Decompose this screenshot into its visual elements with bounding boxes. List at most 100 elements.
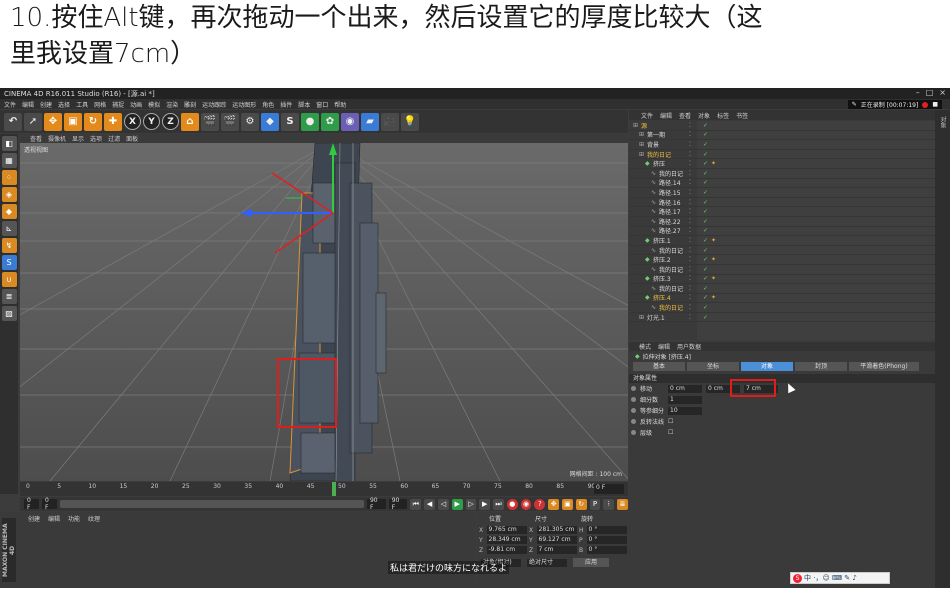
menu-item[interactable]: 工具 <box>76 100 88 109</box>
enabled-check-icon[interactable]: ✓ <box>703 227 708 234</box>
object-row[interactable]: ◆ 挤压.2 ⁚ ✓ ✦ <box>629 255 935 265</box>
menu-item[interactable]: 创建 <box>40 100 52 109</box>
object-row[interactable]: ◆ 挤压 ⁚ ✓ ✦ <box>629 159 935 169</box>
coord-system-icon[interactable]: ⌂ <box>181 112 199 131</box>
object-row[interactable]: ∿ 我的日记 ⁚ ✓ <box>629 303 935 313</box>
material-menu-item[interactable]: 编辑 <box>48 514 60 523</box>
timeline-ruler[interactable]: 0 5 10 15 20 25 30 35 40 45 50 55 60 65 70 75 80 85 90 0 F <box>20 482 628 496</box>
visibility-toggle-icon[interactable]: ⁚ <box>689 237 691 244</box>
enabled-check-icon[interactable]: ✓ <box>703 160 708 167</box>
menu-item[interactable]: 网格 <box>94 100 106 109</box>
coord-size-select[interactable]: 绝对尺寸 <box>527 558 567 567</box>
attribute-menu-item[interactable]: 编辑 <box>658 342 670 351</box>
object-menu-item[interactable]: 书签 <box>736 111 748 120</box>
key-position-icon[interactable]: ✥ <box>548 498 560 510</box>
z-axis-button[interactable]: Z <box>162 113 179 130</box>
object-menu-item[interactable]: 标签 <box>717 111 729 120</box>
object-row[interactable]: ∿ 路径.15 ⁚ ✓ <box>629 188 935 198</box>
menu-item[interactable]: 动画 <box>130 100 142 109</box>
ime-toolbar[interactable]: S 中 ·，☺ ⌨ ✎ ♪ <box>790 572 890 584</box>
object-row[interactable]: ⊞ 灯光.1 ⁚ ✓ <box>629 313 935 323</box>
coord-rotation-field[interactable]: 0 ° <box>586 526 627 534</box>
rotate-tool-icon[interactable]: ↻ <box>84 112 102 131</box>
menu-item[interactable]: 插件 <box>280 100 292 109</box>
timeline-window-icon[interactable]: ≣ <box>617 498 628 510</box>
minimize-icon[interactable]: – <box>916 89 920 97</box>
visibility-toggle-icon[interactable]: ⁚ <box>689 247 691 254</box>
end-frame-field[interactable]: 90 F <box>388 497 408 511</box>
enabled-check-icon[interactable]: ✓ <box>703 314 708 321</box>
object-row[interactable]: ◆ 挤压.3 ⁚ ✓ ✦ <box>629 275 935 285</box>
viewport-menu-item[interactable]: 显示 <box>72 134 84 143</box>
visibility-toggle-icon[interactable]: ⁚ <box>689 131 691 138</box>
object-row[interactable]: ⊞ 第一期 ⁚ ✓ <box>629 131 935 141</box>
key-param-icon[interactable]: P <box>589 498 601 510</box>
object-row[interactable]: ∿ 我的日记 ⁚ ✓ <box>629 169 935 179</box>
next-frame-icon[interactable]: ▷ <box>465 498 477 510</box>
coord-position-field[interactable]: -9.81 cm <box>486 546 527 554</box>
object-row[interactable]: ∿ 路径.22 ⁚ ✓ <box>629 217 935 227</box>
auto-key-icon[interactable]: ◉ <box>520 498 532 510</box>
undo-icon[interactable]: ↶ <box>4 112 22 131</box>
menu-item[interactable]: 运动跟踪 <box>202 100 226 109</box>
visibility-toggle-icon[interactable]: ⁚ <box>689 314 691 321</box>
floor-icon[interactable]: ▰ <box>361 112 379 131</box>
perspective-viewport[interactable]: 透视视图 网格间距 : 100 cm <box>20 143 628 481</box>
coord-size-field[interactable]: 69.127 cm <box>536 536 577 544</box>
viewport-menu-item[interactable]: 过滤 <box>108 134 120 143</box>
menu-item[interactable]: 渲染 <box>166 100 178 109</box>
visibility-toggle-icon[interactable]: ⁚ <box>689 275 691 282</box>
menu-item[interactable]: 角色 <box>262 100 274 109</box>
phong-tag-icon[interactable]: ✦ <box>711 160 716 167</box>
phong-tag-icon[interactable]: ✦ <box>711 275 716 282</box>
coord-position-field[interactable]: 28.349 cm <box>486 536 527 544</box>
menu-item[interactable]: 捕捉 <box>112 100 124 109</box>
visibility-toggle-icon[interactable]: ⁚ <box>689 304 691 311</box>
visibility-toggle-icon[interactable]: ⁚ <box>689 179 691 186</box>
render-view-icon[interactable]: 🎬 <box>201 112 219 131</box>
tweak-mode-icon[interactable]: ↯ <box>1 238 17 253</box>
attribute-tab[interactable]: 基本 <box>633 362 685 371</box>
object-row[interactable]: ◆ 挤压.1 ⁚ ✓ ✦ <box>629 236 935 246</box>
keyframe-selection-icon[interactable]: ? <box>534 498 546 510</box>
viewport-menu-item[interactable]: 查看 <box>30 134 42 143</box>
enabled-check-icon[interactable]: ✓ <box>703 208 708 215</box>
menu-item[interactable]: 模拟 <box>148 100 160 109</box>
attribute-tab[interactable]: 平滑着色(Phong) <box>849 362 919 371</box>
menu-item[interactable]: 运动图形 <box>232 100 256 109</box>
visibility-toggle-icon[interactable]: ⁚ <box>689 294 691 301</box>
x-axis-button[interactable]: X <box>124 113 141 130</box>
polygons-mode-icon[interactable]: ◆ <box>1 204 17 219</box>
subdivision-anim-dot-icon[interactable] <box>631 397 636 402</box>
key-scale-icon[interactable]: ▣ <box>562 498 573 510</box>
enabled-check-icon[interactable]: ✓ <box>703 237 708 244</box>
visibility-toggle-icon[interactable]: ⁚ <box>689 141 691 148</box>
object-row[interactable]: ◆ 挤压.4 ⁚ ✓ ✦ <box>629 294 935 304</box>
object-menu-item[interactable]: 查看 <box>679 111 691 120</box>
iso-field[interactable]: 10 <box>668 406 702 415</box>
attribute-tab[interactable]: 封顶 <box>795 362 847 371</box>
snap-icon[interactable]: S <box>1 255 17 270</box>
viewport-menu-item[interactable]: 面板 <box>126 134 138 143</box>
play-icon[interactable]: ▶ <box>451 498 463 510</box>
phong-tag-icon[interactable]: ✦ <box>711 294 716 301</box>
go-to-start-icon[interactable]: ⏮ <box>410 498 422 510</box>
prev-key-icon[interactable]: ◀ <box>424 498 435 510</box>
phong-tag-icon[interactable]: ✦ <box>711 256 716 263</box>
coord-position-field[interactable]: 9.765 cm <box>486 526 527 534</box>
prev-frame-icon[interactable]: ◁ <box>438 498 449 510</box>
next-key-icon[interactable]: ▶ <box>479 498 491 510</box>
hierarchy-anim-dot-icon[interactable] <box>631 430 636 435</box>
camera-icon[interactable]: 🎥 <box>381 112 399 131</box>
flip-normals-checkbox[interactable]: ☐ <box>668 418 673 425</box>
menu-item[interactable]: 雕刻 <box>184 100 196 109</box>
start-frame-field[interactable]: 0 F <box>24 497 39 511</box>
enabled-check-icon[interactable]: ✓ <box>703 285 708 292</box>
visibility-toggle-icon[interactable]: ⁚ <box>689 208 691 215</box>
move-x-field[interactable]: 0 cm <box>668 384 702 393</box>
axis-mode-icon[interactable]: ⊾ <box>1 221 17 236</box>
visibility-toggle-icon[interactable]: ⁚ <box>689 151 691 158</box>
close-icon[interactable]: × <box>939 89 946 97</box>
record-dot-icon[interactable] <box>922 101 929 108</box>
key-pla-icon[interactable]: ⁝ <box>603 498 615 510</box>
